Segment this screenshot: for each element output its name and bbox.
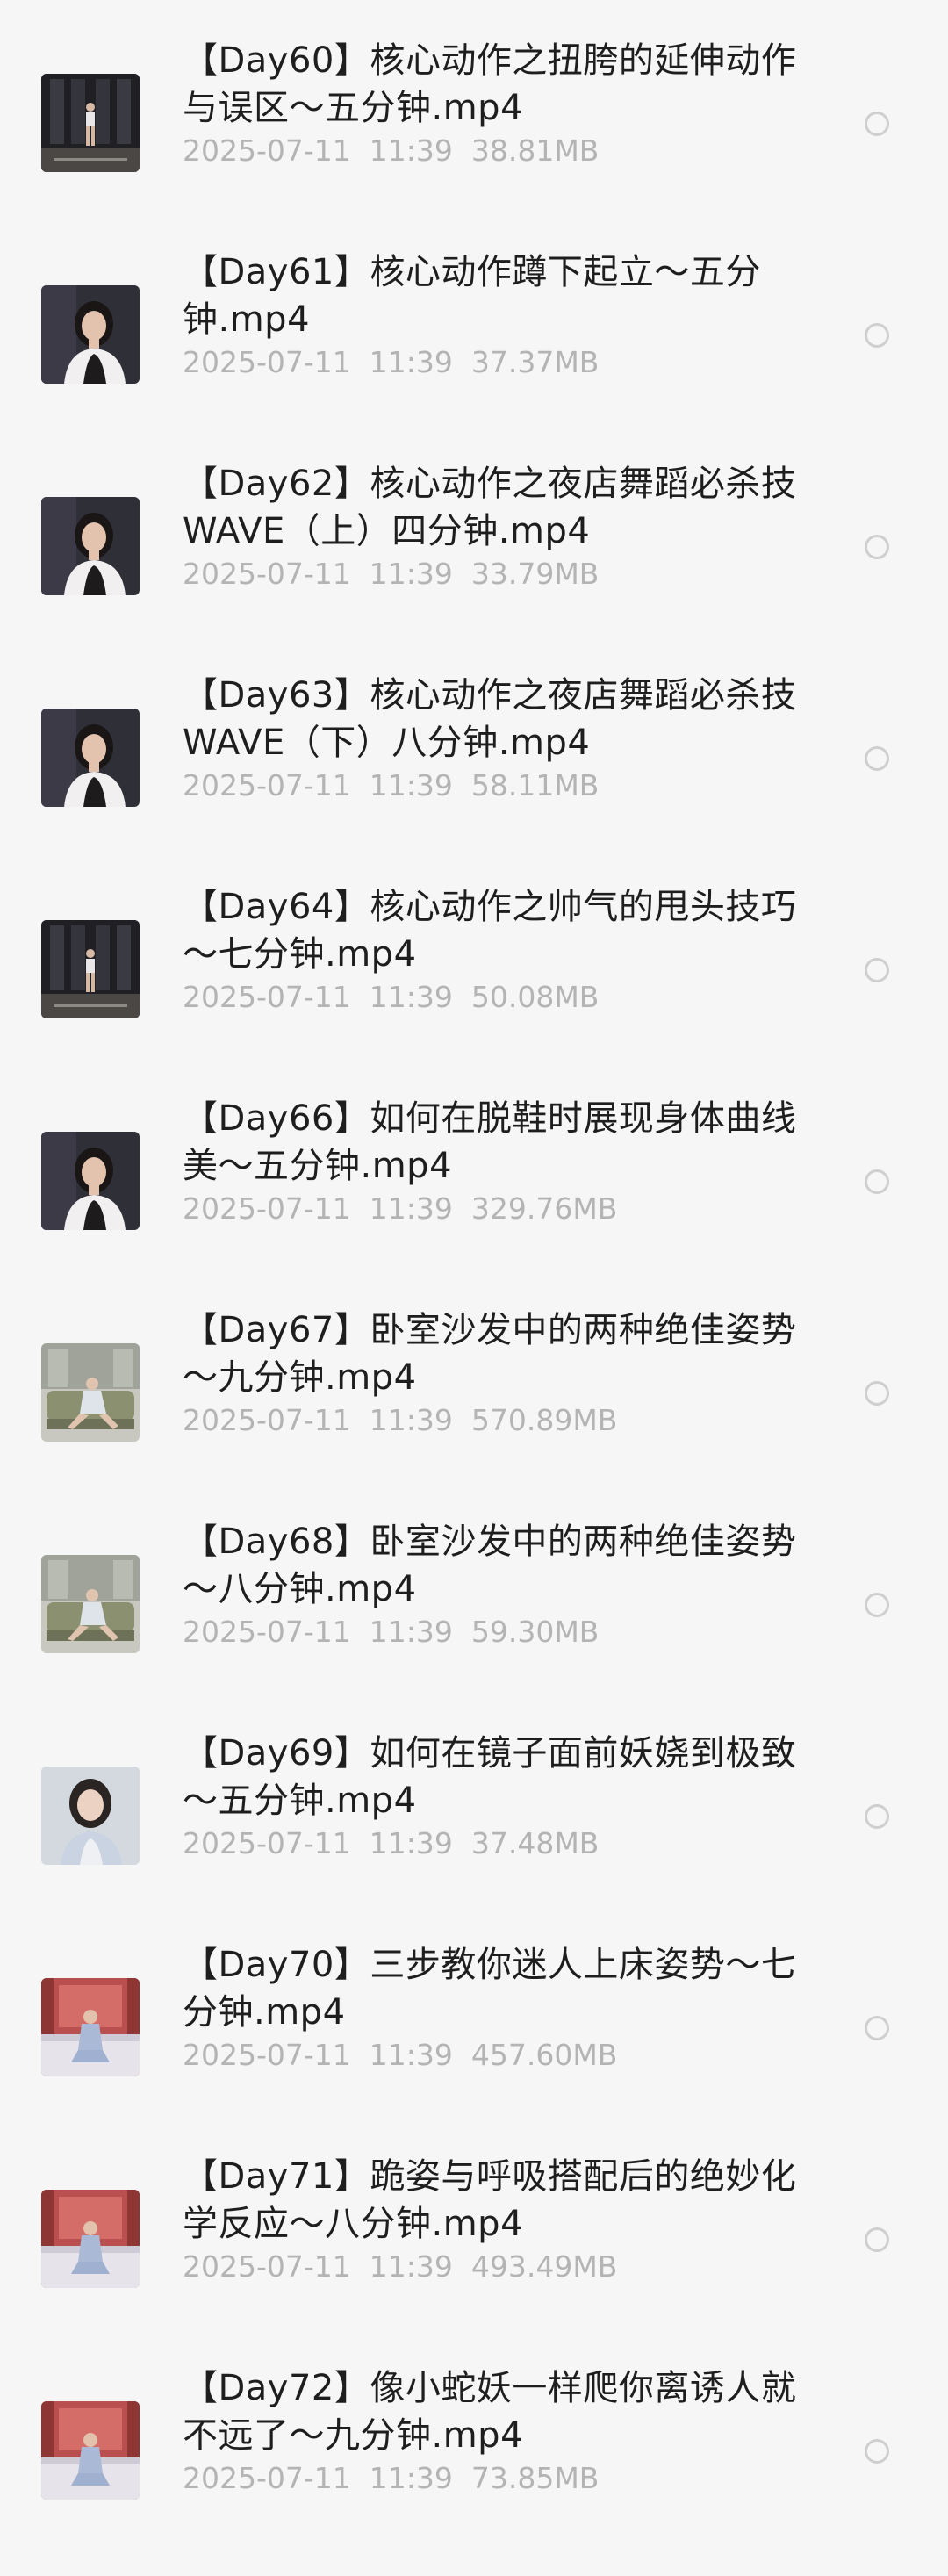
file-row[interactable]: 【Day64】核心动作之帅气的甩头技巧～七分钟.mp4 2025-07-11 11…	[0, 883, 948, 1095]
select-radio[interactable]	[865, 1593, 889, 1617]
file-row[interactable]: 【Day63】核心动作之夜店舞蹈必杀技WAVE（下）八分钟.mp4 2025-07…	[0, 672, 948, 883]
video-thumbnail[interactable]	[41, 1978, 140, 2076]
select-radio[interactable]	[865, 1169, 889, 1194]
file-name: 【Day67】卧室沙发中的两种绝佳姿势～九分钟.mp4	[183, 1310, 797, 1398]
file-name: 【Day70】三步教你迷人上床姿势～七分钟.mp4	[183, 1945, 797, 2033]
select-radio[interactable]	[865, 2227, 889, 2252]
file-row[interactable]: 【Day66】如何在脱鞋时展现身体曲线美～五分钟.mp4 2025-07-11 1…	[0, 1095, 948, 1306]
file-time: 11:39	[369, 557, 453, 591]
video-thumbnail[interactable]	[41, 1132, 140, 1230]
file-size: 37.48MB	[470, 1826, 600, 1860]
file-name: 【Day61】核心动作蹲下起立～五分钟.mp4	[183, 252, 761, 340]
file-date: 2025-07-11	[183, 1615, 351, 1649]
file-time: 11:39	[369, 2249, 453, 2284]
file-name: 【Day68】卧室沙发中的两种绝佳姿势～八分钟.mp4	[183, 1522, 797, 1609]
file-meta: 2025-07-11 11:39 329.76MB	[183, 1191, 617, 1227]
file-row[interactable]: 【Day69】如何在镜子面前妖娆到极致～五分钟.mp4 2025-07-11 11…	[0, 1730, 948, 1941]
file-meta: 2025-07-11 11:39 58.11MB	[183, 768, 599, 803]
video-thumbnail[interactable]	[41, 497, 140, 595]
file-name: 【Day72】像小蛇妖一样爬你离诱人就不远了～九分钟.mp4	[183, 2368, 797, 2456]
file-date: 2025-07-11	[183, 133, 351, 168]
file-meta: 2025-07-11 11:39 493.49MB	[183, 2249, 617, 2285]
select-radio[interactable]	[865, 535, 889, 559]
file-date: 2025-07-11	[183, 1403, 351, 1437]
file-size: 457.60MB	[470, 2038, 618, 2072]
file-time: 11:39	[369, 768, 453, 802]
file-list: 【Day60】核心动作之扭胯的延伸动作与误区～五分钟.mp4 2025-07-11…	[0, 0, 948, 2575]
file-time: 11:39	[369, 133, 453, 168]
file-row[interactable]: 【Day70】三步教你迷人上床姿势～七分钟.mp4 2025-07-11 11:3…	[0, 1941, 948, 2153]
file-time: 11:39	[369, 1191, 453, 1226]
select-radio[interactable]	[865, 958, 889, 982]
file-date: 2025-07-11	[183, 345, 351, 379]
file-size: 50.08MB	[470, 980, 600, 1014]
file-name: 【Day63】核心动作之夜店舞蹈必杀技WAVE（下）八分钟.mp4	[183, 675, 797, 763]
file-row[interactable]: 【Day67】卧室沙发中的两种绝佳姿势～九分钟.mp4 2025-07-11 11…	[0, 1306, 948, 1518]
file-row[interactable]: 【Day71】跪姿与呼吸搭配后的绝妙化学反应～八分钟.mp4 2025-07-11…	[0, 2153, 948, 2364]
file-size: 33.79MB	[470, 557, 600, 591]
file-date: 2025-07-11	[183, 2249, 351, 2284]
file-name: 【Day66】如何在脱鞋时展现身体曲线美～五分钟.mp4	[183, 1098, 797, 1186]
file-meta: 2025-07-11 11:39 38.81MB	[183, 133, 599, 169]
file-time: 11:39	[369, 1826, 453, 1860]
select-radio[interactable]	[865, 323, 889, 348]
file-size: 493.49MB	[470, 2249, 618, 2284]
select-radio[interactable]	[865, 2439, 889, 2464]
file-meta: 2025-07-11 11:39 37.37MB	[183, 345, 599, 380]
file-name: 【Day60】核心动作之扭胯的延伸动作与误区～五分钟.mp4	[183, 40, 797, 128]
video-thumbnail[interactable]	[41, 1555, 140, 1653]
video-thumbnail[interactable]	[41, 285, 140, 384]
file-date: 2025-07-11	[183, 2038, 351, 2072]
file-row[interactable]: 【Day60】核心动作之扭胯的延伸动作与误区～五分钟.mp4 2025-07-11…	[0, 37, 948, 248]
file-name: 【Day62】核心动作之夜店舞蹈必杀技WAVE（上）四分钟.mp4	[183, 464, 797, 551]
file-row[interactable]: 【Day68】卧室沙发中的两种绝佳姿势～八分钟.mp4 2025-07-11 11…	[0, 1518, 948, 1730]
file-name: 【Day71】跪姿与呼吸搭配后的绝妙化学反应～八分钟.mp4	[183, 2156, 797, 2244]
file-size: 58.11MB	[470, 768, 600, 802]
file-date: 2025-07-11	[183, 768, 351, 802]
file-date: 2025-07-11	[183, 2461, 351, 2495]
video-thumbnail[interactable]	[41, 2401, 140, 2500]
file-time: 11:39	[369, 980, 453, 1014]
video-thumbnail[interactable]	[41, 920, 140, 1018]
file-time: 11:39	[369, 2038, 453, 2072]
video-thumbnail[interactable]	[41, 2190, 140, 2288]
file-row[interactable]: 【Day61】核心动作蹲下起立～五分钟.mp4 2025-07-11 11:39 …	[0, 248, 948, 460]
file-meta: 2025-07-11 11:39 33.79MB	[183, 557, 599, 592]
file-meta: 2025-07-11 11:39 50.08MB	[183, 980, 599, 1015]
file-time: 11:39	[369, 345, 453, 379]
file-size: 570.89MB	[470, 1403, 618, 1437]
file-size: 73.85MB	[470, 2461, 600, 2495]
file-meta: 2025-07-11 11:39 59.30MB	[183, 1615, 599, 1650]
select-radio[interactable]	[865, 1804, 889, 1829]
video-thumbnail[interactable]	[41, 1767, 140, 1865]
select-radio[interactable]	[865, 1381, 889, 1406]
video-thumbnail[interactable]	[41, 709, 140, 807]
file-row[interactable]: 【Day72】像小蛇妖一样爬你离诱人就不远了～九分钟.mp4 2025-07-11…	[0, 2364, 948, 2576]
file-meta: 2025-07-11 11:39 73.85MB	[183, 2461, 599, 2496]
file-size: 38.81MB	[470, 133, 600, 168]
file-size: 37.37MB	[470, 345, 600, 379]
video-thumbnail[interactable]	[41, 74, 140, 172]
file-name: 【Day64】核心动作之帅气的甩头技巧～七分钟.mp4	[183, 887, 797, 975]
video-thumbnail[interactable]	[41, 1343, 140, 1442]
file-meta: 2025-07-11 11:39 570.89MB	[183, 1403, 617, 1438]
file-size: 59.30MB	[470, 1615, 600, 1649]
file-time: 11:39	[369, 2461, 453, 2495]
file-name: 【Day69】如何在镜子面前妖娆到极致～五分钟.mp4	[183, 1733, 797, 1821]
file-date: 2025-07-11	[183, 980, 351, 1014]
select-radio[interactable]	[865, 2016, 889, 2040]
file-date: 2025-07-11	[183, 1826, 351, 1860]
file-time: 11:39	[369, 1403, 453, 1437]
select-radio[interactable]	[865, 112, 889, 136]
file-meta: 2025-07-11 11:39 37.48MB	[183, 1826, 599, 1861]
file-date: 2025-07-11	[183, 557, 351, 591]
select-radio[interactable]	[865, 746, 889, 771]
file-row[interactable]: 【Day62】核心动作之夜店舞蹈必杀技WAVE（上）四分钟.mp4 2025-07…	[0, 460, 948, 672]
file-size: 329.76MB	[470, 1191, 618, 1226]
file-meta: 2025-07-11 11:39 457.60MB	[183, 2038, 617, 2073]
file-time: 11:39	[369, 1615, 453, 1649]
file-date: 2025-07-11	[183, 1191, 351, 1226]
